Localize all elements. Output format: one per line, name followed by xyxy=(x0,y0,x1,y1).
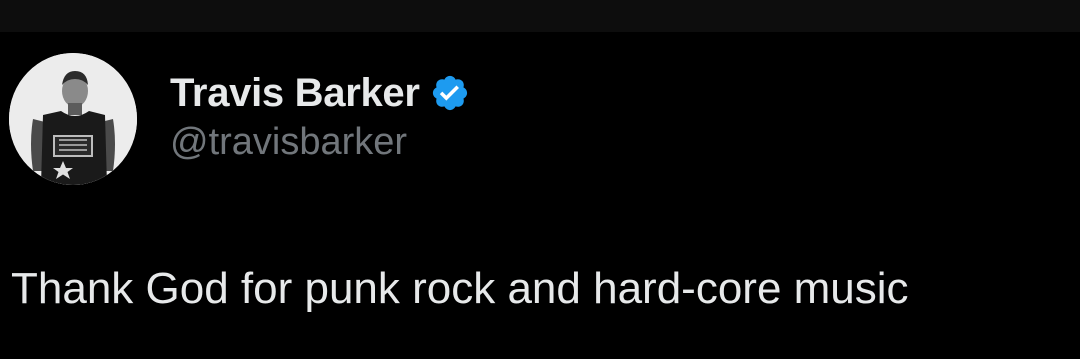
display-name[interactable]: Travis Barker xyxy=(170,68,420,118)
tweet-text: Thank God for punk rock and hard-core mu… xyxy=(11,264,909,313)
name-row: Travis Barker xyxy=(170,68,470,118)
tweet-card[interactable]: Travis Barker @travisbarker Thank God fo… xyxy=(0,32,1080,359)
author-info[interactable]: Travis Barker @travisbarker xyxy=(170,68,470,164)
top-bar xyxy=(0,0,1080,32)
user-handle[interactable]: @travisbarker xyxy=(170,120,470,164)
avatar-photo xyxy=(9,53,137,185)
verified-badge-icon[interactable] xyxy=(430,73,470,113)
avatar[interactable] xyxy=(9,53,137,185)
